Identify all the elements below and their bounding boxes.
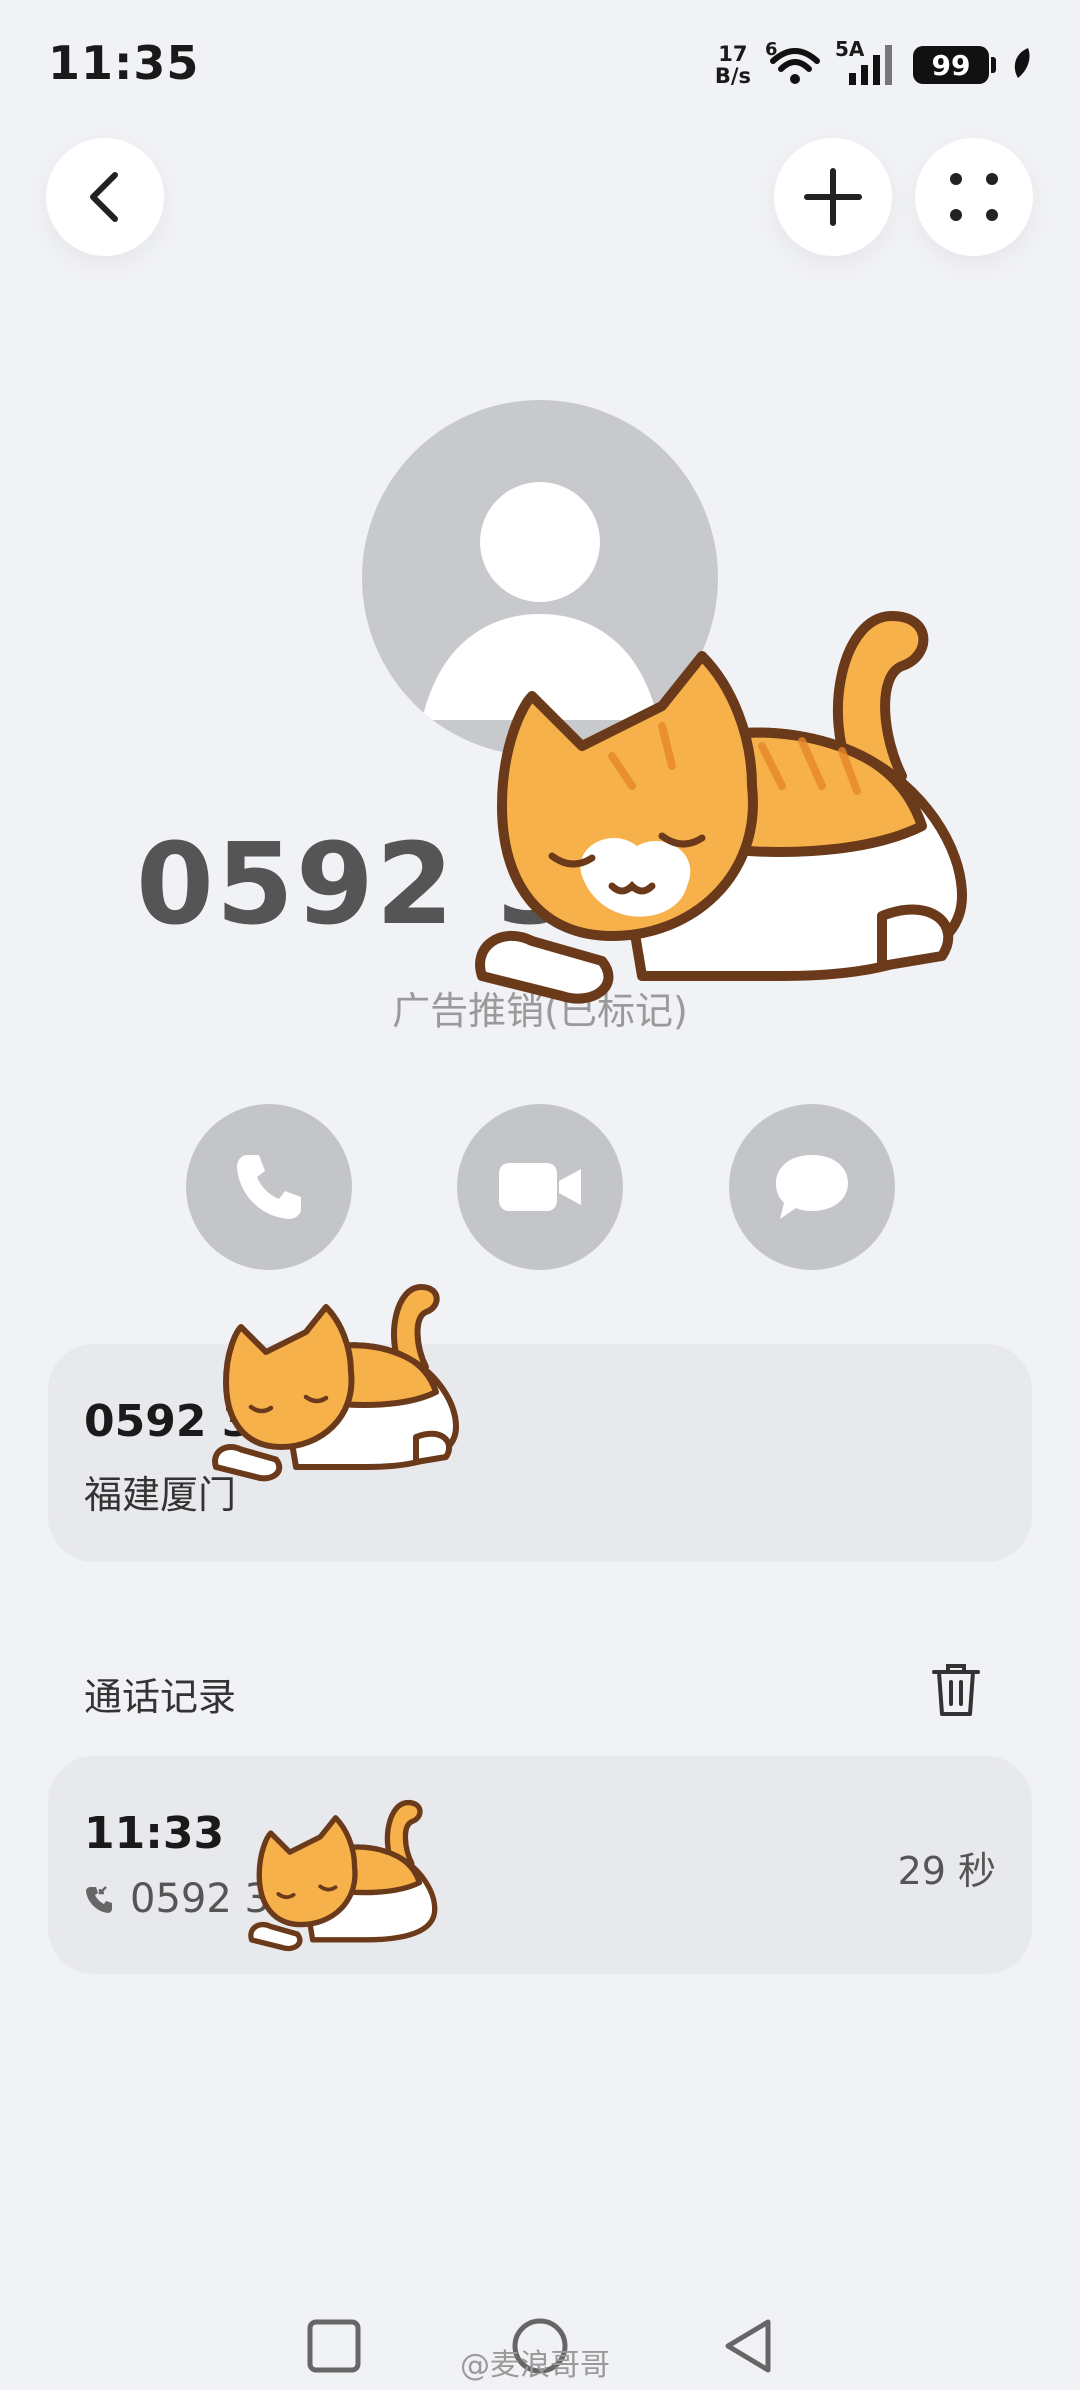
call-number: 0592 3 bbox=[130, 1876, 270, 1922]
call-log-title: 通话记录 bbox=[84, 1675, 237, 1719]
back-nav-icon[interactable] bbox=[720, 2316, 776, 2376]
number-location: 福建厦门 bbox=[84, 1473, 237, 1517]
battery-icon: 99 bbox=[913, 46, 996, 84]
call-number-row: 0592 3 bbox=[84, 1876, 270, 1922]
add-contact-button[interactable] bbox=[774, 138, 892, 256]
signal-icon: 5A bbox=[835, 37, 899, 87]
net-speed-value: 17 bbox=[718, 42, 748, 66]
watermark: @麦浪哥哥 bbox=[460, 2348, 610, 2383]
contact-avatar bbox=[362, 400, 718, 756]
call-time: 11:33 bbox=[84, 1808, 225, 1859]
status-time: 11:35 bbox=[48, 36, 200, 90]
signal-label: 5A bbox=[835, 37, 865, 61]
trash-icon bbox=[932, 1664, 980, 1716]
video-camera-icon bbox=[499, 1163, 581, 1211]
phone-icon bbox=[237, 1155, 301, 1219]
message-button[interactable] bbox=[729, 1104, 895, 1270]
wifi-icon: 6 bbox=[765, 39, 821, 87]
more-options-button[interactable] bbox=[915, 138, 1033, 256]
person-icon bbox=[422, 482, 658, 720]
network-speed: 17 B/s bbox=[715, 43, 751, 87]
net-speed-unit: B/s bbox=[714, 64, 751, 88]
call-duration: 29 秒 bbox=[897, 1849, 996, 1893]
chat-bubble-icon bbox=[776, 1155, 848, 1219]
phone-number-title: 0592 3 bbox=[136, 820, 577, 950]
number-tag: 广告推销(已标记) bbox=[392, 989, 688, 1033]
leaf-icon bbox=[1010, 46, 1032, 84]
card-phone-number: 0592 3 bbox=[84, 1396, 253, 1447]
battery-level: 99 bbox=[913, 46, 989, 84]
call-button[interactable] bbox=[186, 1104, 352, 1270]
more-dots-icon bbox=[950, 173, 998, 221]
call-log-entry[interactable] bbox=[48, 1756, 1032, 1974]
back-arrow-icon bbox=[90, 172, 118, 222]
back-button[interactable] bbox=[46, 138, 164, 256]
status-icons: 17 B/s 6 5A 99 bbox=[715, 37, 1032, 92]
recent-apps-icon[interactable] bbox=[306, 2318, 362, 2374]
video-call-button[interactable] bbox=[457, 1104, 623, 1270]
wifi-label: 6 bbox=[765, 39, 778, 60]
plus-icon bbox=[804, 168, 862, 226]
incoming-call-icon bbox=[86, 1886, 112, 1913]
number-info-card[interactable] bbox=[48, 1344, 1032, 1562]
delete-log-button[interactable] bbox=[930, 1660, 982, 1724]
